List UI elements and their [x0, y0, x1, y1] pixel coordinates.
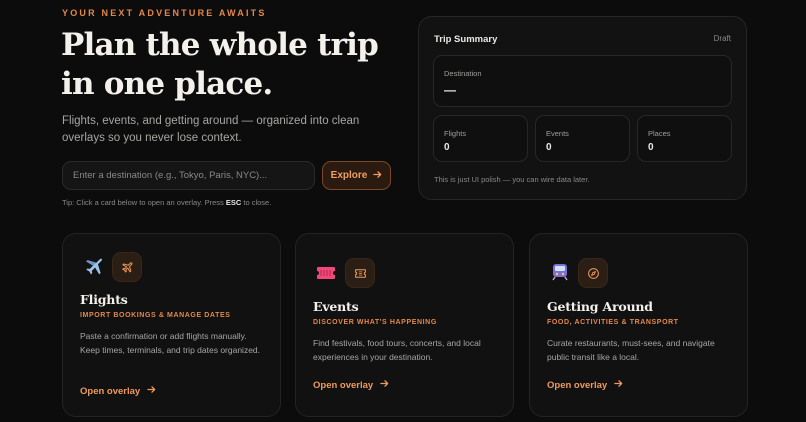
open-overlay-label: Open overlay — [547, 379, 608, 391]
flights-card[interactable]: Flights IMPORT BOOKINGS & MANAGE DATES P… — [62, 233, 281, 417]
events-card[interactable]: Events DISCOVER WHAT'S HAPPENING Find fe… — [295, 233, 514, 417]
plane-outline-icon — [112, 252, 142, 282]
esc-key-label: ESC — [225, 198, 242, 207]
places-stat-label: Places — [648, 129, 671, 138]
hint-text: Tip: Click a card below to open an overl… — [62, 198, 271, 207]
tip-prefix: Tip: Click a card below to open an overl… — [62, 198, 224, 207]
open-overlay-label: Open overlay — [313, 379, 374, 391]
events-card-description: Find festivals, food tours, concerts, an… — [313, 338, 481, 362]
flights-card-description: Paste a confirmation or add flights manu… — [80, 331, 261, 355]
flights-open-overlay-link[interactable]: Open overlay — [80, 385, 156, 397]
destination-value: — — [444, 83, 456, 97]
hero-subtitle: Flights, events, and getting around — or… — [62, 115, 360, 144]
getting-around-card[interactable]: Getting Around FOOD, ACTIVITIES & TRANSP… — [529, 233, 748, 417]
places-stat: Places 0 — [637, 115, 732, 162]
arrow-right-icon — [614, 379, 623, 391]
arrow-right-icon — [147, 385, 156, 397]
explore-button-label: Explore — [330, 170, 368, 181]
trip-summary-title: Trip Summary — [434, 34, 498, 45]
arrow-right-icon — [380, 379, 389, 391]
destination-search-input[interactable] — [62, 161, 315, 190]
events-stat: Events 0 — [535, 115, 630, 162]
events-stat-label: Events — [546, 129, 569, 138]
events-card-title: Events — [313, 299, 359, 314]
summary-note: This is just UI polish — you can wire da… — [434, 175, 590, 184]
getting-around-card-subtitle: FOOD, ACTIVITIES & TRANSPORT — [547, 319, 679, 326]
train-icon — [547, 259, 573, 285]
flights-stat: Flights 0 — [433, 115, 528, 162]
tip-suffix: to close. — [243, 198, 272, 207]
getting-around-card-title: Getting Around — [547, 299, 653, 314]
airplane-icon — [81, 254, 107, 280]
flights-card-subtitle: IMPORT BOOKINGS & MANAGE DATES — [80, 312, 231, 319]
getting-around-card-description: Curate restaurants, must-sees, and navig… — [547, 338, 715, 362]
explore-button[interactable]: Explore — [322, 161, 391, 190]
trip-summary-panel: Trip Summary Draft Destination — Flights… — [418, 16, 747, 200]
places-stat-value: 0 — [648, 142, 654, 153]
flights-card-title: Flights — [80, 292, 128, 307]
flights-stat-label: Flights — [444, 129, 467, 138]
getting-around-open-overlay-link[interactable]: Open overlay — [547, 379, 623, 391]
open-overlay-label: Open overlay — [80, 385, 141, 397]
hero-eyebrow: YOUR NEXT ADVENTURE AWAITS — [62, 8, 267, 18]
page-title: Plan the whole trip in one place. — [61, 27, 379, 102]
ticket-outline-icon — [345, 258, 375, 288]
flights-stat-value: 0 — [444, 142, 450, 153]
events-stat-value: 0 — [546, 142, 552, 153]
destination-stat: Destination — — [433, 55, 732, 107]
destination-label: Destination — [444, 69, 482, 78]
events-open-overlay-link[interactable]: Open overlay — [313, 379, 389, 391]
compass-icon — [578, 258, 608, 288]
arrow-right-icon — [373, 170, 382, 182]
status-badge: Draft — [713, 34, 731, 43]
events-card-subtitle: DISCOVER WHAT'S HAPPENING — [313, 319, 437, 326]
ticket-icon — [313, 260, 339, 286]
